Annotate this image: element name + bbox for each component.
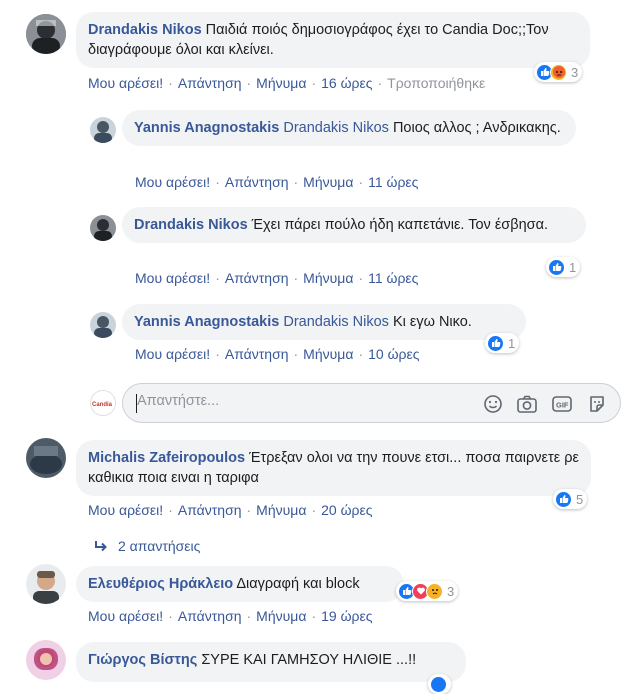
reply-link[interactable]: Απάντηση <box>225 174 289 190</box>
like-reaction-icon <box>555 490 572 508</box>
avatar-photo-icon <box>26 438 66 478</box>
emoji-icon[interactable] <box>482 393 504 415</box>
avatar-photo-icon <box>90 312 116 338</box>
mention-tag[interactable]: Drandakis Nikos <box>283 314 389 330</box>
comment-actions: Μου αρέσει! · Απάντηση · Μήνυμα · 10 ώρες <box>135 346 420 362</box>
comment-actions: Μου αρέσει! · Απάντηση · Μήνυμα · 11 ώρες <box>135 174 419 190</box>
comment-actions: Μου αρέσει! · Απάντηση · Μήνυμα · 19 ώρες <box>88 608 373 624</box>
camera-icon[interactable] <box>516 393 538 415</box>
avatar[interactable] <box>90 312 116 338</box>
candiadoc-logo-icon: Candia <box>91 391 115 415</box>
comment-bubble: Michalis Zafeiropoulos Έτρεξαν ολοι να τ… <box>76 440 591 496</box>
reaction-summary[interactable] <box>428 674 451 694</box>
reply-link[interactable]: Απάντηση <box>225 270 289 286</box>
message-link[interactable]: Μήνυμα <box>303 346 353 362</box>
comment-author[interactable]: Yannis Anagnostakis <box>134 314 279 330</box>
avatar[interactable] <box>90 117 116 143</box>
mention-tag[interactable]: Drandakis Nikos <box>283 120 389 136</box>
comment-author[interactable]: Γιώργος Βίστης <box>88 652 197 668</box>
edited-label[interactable]: Τροποποιήθηκε <box>387 75 485 91</box>
svg-text:GIF: GIF <box>556 401 569 410</box>
reply-link[interactable]: Απάντηση <box>225 346 289 362</box>
reply-arrow-icon <box>95 541 107 552</box>
avatar-photo-icon <box>26 564 66 604</box>
like-link[interactable]: Μου αρέσει! <box>135 174 210 190</box>
timestamp[interactable]: 11 ώρες <box>368 270 418 286</box>
like-link[interactable]: Μου αρέσει! <box>88 502 163 518</box>
comment-bubble: Yannis Anagnostakis Drandakis Nikos Κι ε… <box>122 304 526 340</box>
comment-actions: Μου αρέσει! · Απάντηση · Μήνυμα · 16 ώρες · Τροπ… <box>88 75 486 91</box>
comment-bubble: Drandakis Nikos Παιδιά ποιός δημοσιογράφ… <box>76 12 590 68</box>
avatar-photo-icon <box>26 14 66 54</box>
like-link[interactable]: Μου αρέσει! <box>135 346 210 362</box>
like-reaction-icon <box>430 675 447 693</box>
like-link[interactable]: Μου αρέσει! <box>88 75 163 91</box>
reaction-count: 3 <box>447 583 455 599</box>
comment-bubble: Yannis Anagnostakis Drandakis Nikos Ποιο… <box>122 110 576 146</box>
comment-bubble: Ελευθέριος Ηράκλειο Διαγραφή και block <box>76 566 404 602</box>
reply-link[interactable]: Απάντηση <box>178 502 242 518</box>
comment-author[interactable]: Yannis Anagnostakis <box>134 120 279 136</box>
avatar[interactable] <box>90 215 116 241</box>
comment-bubble: Γιώργος Βίστης ΣΥΡΕ ΚΑΙ ΓΑΜΗΣΟΥ ΗΛΙΘΙΕ .… <box>76 642 466 682</box>
comment-text: Ποιος αλλος ; Ανδρικακης. <box>392 120 561 136</box>
sad-reaction-icon <box>426 582 443 600</box>
message-link[interactable]: Μήνυμα <box>303 174 353 190</box>
comment-actions: Μου αρέσει! · Απάντηση · Μήνυμα · 20 ώρες <box>88 502 373 518</box>
message-link[interactable]: Μήνυμα <box>256 502 306 518</box>
sticker-icon[interactable] <box>586 393 608 415</box>
like-link[interactable]: Μου αρέσει! <box>88 608 163 624</box>
comment-author[interactable]: Ελευθέριος Ηράκλειο <box>88 576 233 592</box>
svg-text:Candia: Candia <box>92 402 113 408</box>
avatar[interactable] <box>26 438 66 478</box>
avatar-photo-icon <box>90 117 116 143</box>
timestamp[interactable]: 11 ώρες <box>368 174 418 190</box>
message-link[interactable]: Μήνυμα <box>256 75 306 91</box>
message-link[interactable]: Μήνυμα <box>303 270 353 286</box>
avatar[interactable] <box>26 14 66 54</box>
timestamp[interactable]: 19 ώρες <box>321 608 372 624</box>
gif-icon[interactable]: GIF <box>551 393 573 415</box>
page-avatar: Candia <box>90 390 116 416</box>
view-replies-link[interactable]: 2 απαντήσεις <box>94 538 200 554</box>
reaction-count: 3 <box>571 64 579 80</box>
reply-link[interactable]: Απάντηση <box>178 608 242 624</box>
reply-link[interactable]: Απάντηση <box>178 75 242 91</box>
avatar-photo-icon <box>26 640 66 680</box>
comment-text: Κι εγω Νικο. <box>392 314 472 330</box>
comment-actions: Μου αρέσει! · Απάντηση · Μήνυμα · 11 ώρες <box>135 270 419 286</box>
avatar-photo-icon <box>90 215 116 241</box>
reaction-summary[interactable]: 1 <box>485 333 520 353</box>
avatar[interactable] <box>26 640 66 680</box>
comment-text: Έχει πάρει πούλο ήδη καπετάνιε. Τον έσβη… <box>251 217 549 233</box>
avatar[interactable] <box>26 564 66 604</box>
timestamp[interactable]: 16 ώρες <box>321 75 372 91</box>
comment-bubble: Drandakis Nikos Έχει πάρει πούλο ήδη καπ… <box>122 207 586 243</box>
reply-composer[interactable]: GIF <box>122 383 621 423</box>
comment-text: Διαγραφή και block <box>236 576 360 592</box>
reaction-summary[interactable]: 3 <box>534 62 583 82</box>
reaction-summary[interactable]: 1 <box>546 257 581 277</box>
reaction-count: 1 <box>508 335 516 351</box>
replies-count-label: 2 απαντήσεις <box>118 538 201 554</box>
reaction-summary[interactable]: 5 <box>553 489 588 509</box>
comment-author[interactable]: Drandakis Nikos <box>134 217 248 233</box>
like-reaction-icon <box>487 334 504 352</box>
reaction-summary[interactable]: 3 <box>396 581 459 601</box>
reaction-count: 1 <box>569 259 577 275</box>
reply-input[interactable] <box>137 393 337 409</box>
reaction-count: 5 <box>576 491 584 507</box>
comment-author[interactable]: Drandakis Nikos <box>88 22 202 38</box>
angry-reaction-icon <box>550 63 567 81</box>
comment-author[interactable]: Michalis Zafeiropoulos <box>88 450 245 466</box>
timestamp[interactable]: 10 ώρες <box>368 346 419 362</box>
like-reaction-icon <box>548 258 565 276</box>
message-link[interactable]: Μήνυμα <box>256 608 306 624</box>
like-link[interactable]: Μου αρέσει! <box>135 270 210 286</box>
comment-text: ΣΥΡΕ ΚΑΙ ΓΑΜΗΣΟΥ ΗΛΙΘΙΕ ...!! <box>201 652 417 668</box>
timestamp[interactable]: 20 ώρες <box>321 502 372 518</box>
